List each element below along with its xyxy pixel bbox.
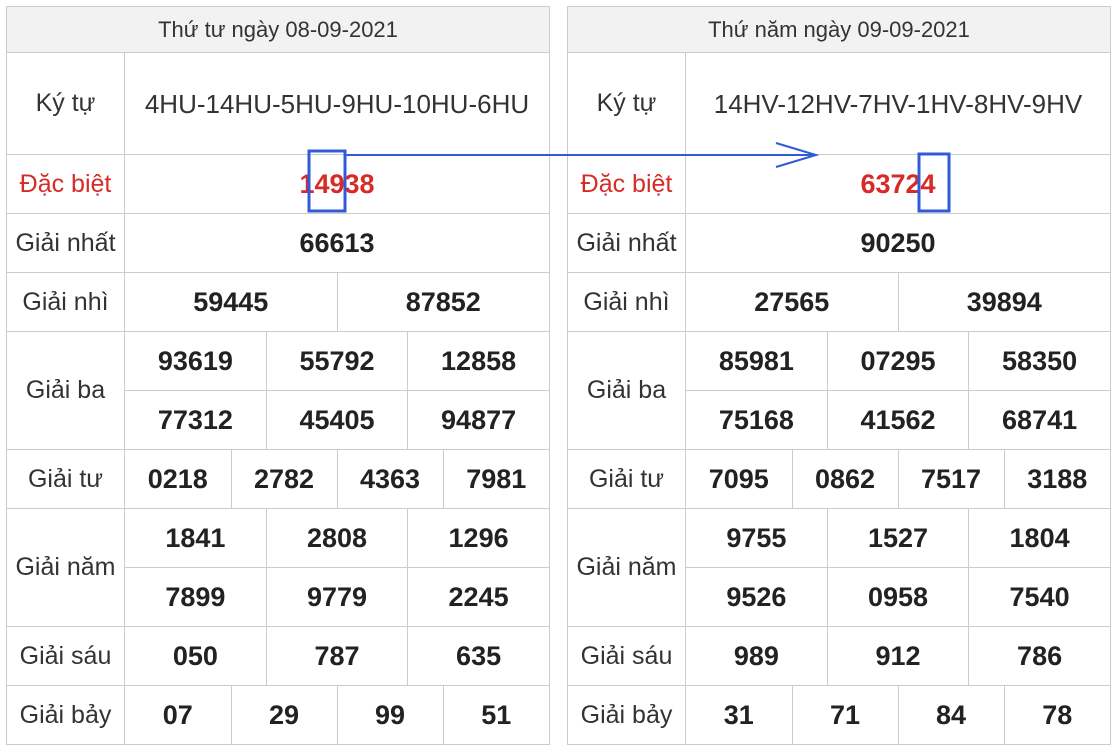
row-label-fifth: Giải năm — [567, 508, 686, 627]
row-label-third: Giải ba — [6, 331, 125, 450]
row-label-seventh: Giải bảy — [6, 685, 125, 745]
prize-number: 71 — [791, 686, 898, 744]
prize-number: 1527 — [826, 509, 969, 568]
prize-number: 29 — [230, 686, 337, 744]
row-label-fourth: Giải tư — [567, 449, 686, 509]
prize-number: 787 — [265, 627, 408, 685]
prize-number: 39894 — [897, 273, 1110, 331]
prize-number: 27565 — [754, 286, 830, 317]
date-header: Thứ năm ngày 09-09-2021 — [567, 6, 1111, 53]
prize-number: 9755 — [726, 522, 787, 553]
prize-number: 77312 — [125, 390, 267, 449]
prize-number: 85981 — [718, 345, 794, 376]
prize-number: 9526 — [686, 567, 828, 626]
code-value: 14HV-12HV-7HV-1HV-8HV-9HV — [685, 52, 1111, 155]
prize-number: 0862 — [791, 450, 898, 508]
prize-number: 93619 — [157, 345, 233, 376]
prize-number: 7517 — [897, 450, 1004, 508]
prize-number: 3188 — [1003, 450, 1110, 508]
prize-number: 75168 — [686, 390, 828, 449]
special-prize-value: 63724 — [685, 154, 1111, 214]
prize-number: 84 — [897, 686, 1004, 744]
prize-number: 4363 — [336, 450, 443, 508]
row-label-special: Đặc biệt — [6, 154, 125, 214]
prize-number: 31 — [723, 699, 754, 730]
row-label-special: Đặc biệt — [567, 154, 686, 214]
prize-number: 68741 — [968, 390, 1110, 449]
prize-number: 51 — [442, 686, 549, 744]
prize-number: 2782 — [230, 450, 337, 508]
prize-number: 7981 — [442, 450, 549, 508]
prize-number: 55792 — [265, 332, 408, 391]
prize-number: 41562 — [826, 390, 969, 449]
row-label-fifth: Giải năm — [6, 508, 125, 627]
prize-number: 1804 — [968, 509, 1110, 568]
prize-number: 050 — [172, 640, 218, 671]
first-prize-value: 66613 — [124, 213, 550, 273]
row-label-sixth: Giải sáu — [6, 626, 125, 686]
row-label-first: Giải nhất — [6, 213, 125, 273]
prize-number: 12858 — [407, 332, 549, 391]
special-prize-number: 14938 — [299, 168, 375, 199]
prize-number: 912 — [826, 627, 969, 685]
prize-number: 58350 — [968, 332, 1110, 391]
code-value: 4HU-14HU-5HU-9HU-10HU-6HU — [124, 52, 550, 155]
first-prize-value: 90250 — [685, 213, 1111, 273]
prize-number: 9779 — [265, 567, 408, 626]
prize-number: 0218 — [147, 463, 208, 494]
results-table-right: Thứ năm ngày 09-09-2021 Ký tự 14HV-12HV-… — [567, 6, 1111, 745]
prize-number: 635 — [407, 627, 549, 685]
prize-number: 1296 — [407, 509, 549, 568]
special-prize-value: 14938 — [124, 154, 550, 214]
row-label-fourth: Giải tư — [6, 449, 125, 509]
prize-number: 94877 — [407, 390, 549, 449]
prize-number: 7899 — [125, 567, 267, 626]
row-label-first: Giải nhất — [567, 213, 686, 273]
prize-number: 45405 — [265, 390, 408, 449]
prize-number: 07 — [162, 699, 193, 730]
prize-number: 0958 — [826, 567, 969, 626]
prize-number: 78 — [1003, 686, 1110, 744]
row-label-second: Giải nhì — [6, 272, 125, 332]
special-prize-number: 63724 — [860, 168, 936, 199]
prize-number: 1841 — [165, 522, 226, 553]
prize-number: 2245 — [407, 567, 549, 626]
prize-number: 786 — [968, 627, 1110, 685]
prize-number: 7540 — [968, 567, 1110, 626]
date-header: Thứ tư ngày 08-09-2021 — [6, 6, 550, 53]
prize-number: 7095 — [708, 463, 769, 494]
prize-number: 99 — [336, 686, 443, 744]
row-label-seventh: Giải bảy — [567, 685, 686, 745]
row-label-third: Giải ba — [567, 331, 686, 450]
results-table-left: Thứ tư ngày 08-09-2021 Ký tự 4HU-14HU-5H… — [6, 6, 550, 745]
prize-number: 87852 — [336, 273, 549, 331]
row-label-code: Ký tự — [567, 52, 686, 155]
prize-number: 07295 — [826, 332, 969, 391]
prize-number: 2808 — [265, 509, 408, 568]
prize-number: 989 — [733, 640, 779, 671]
row-label-sixth: Giải sáu — [567, 626, 686, 686]
prize-number: 59445 — [193, 286, 269, 317]
row-label-code: Ký tự — [6, 52, 125, 155]
row-label-second: Giải nhì — [567, 272, 686, 332]
